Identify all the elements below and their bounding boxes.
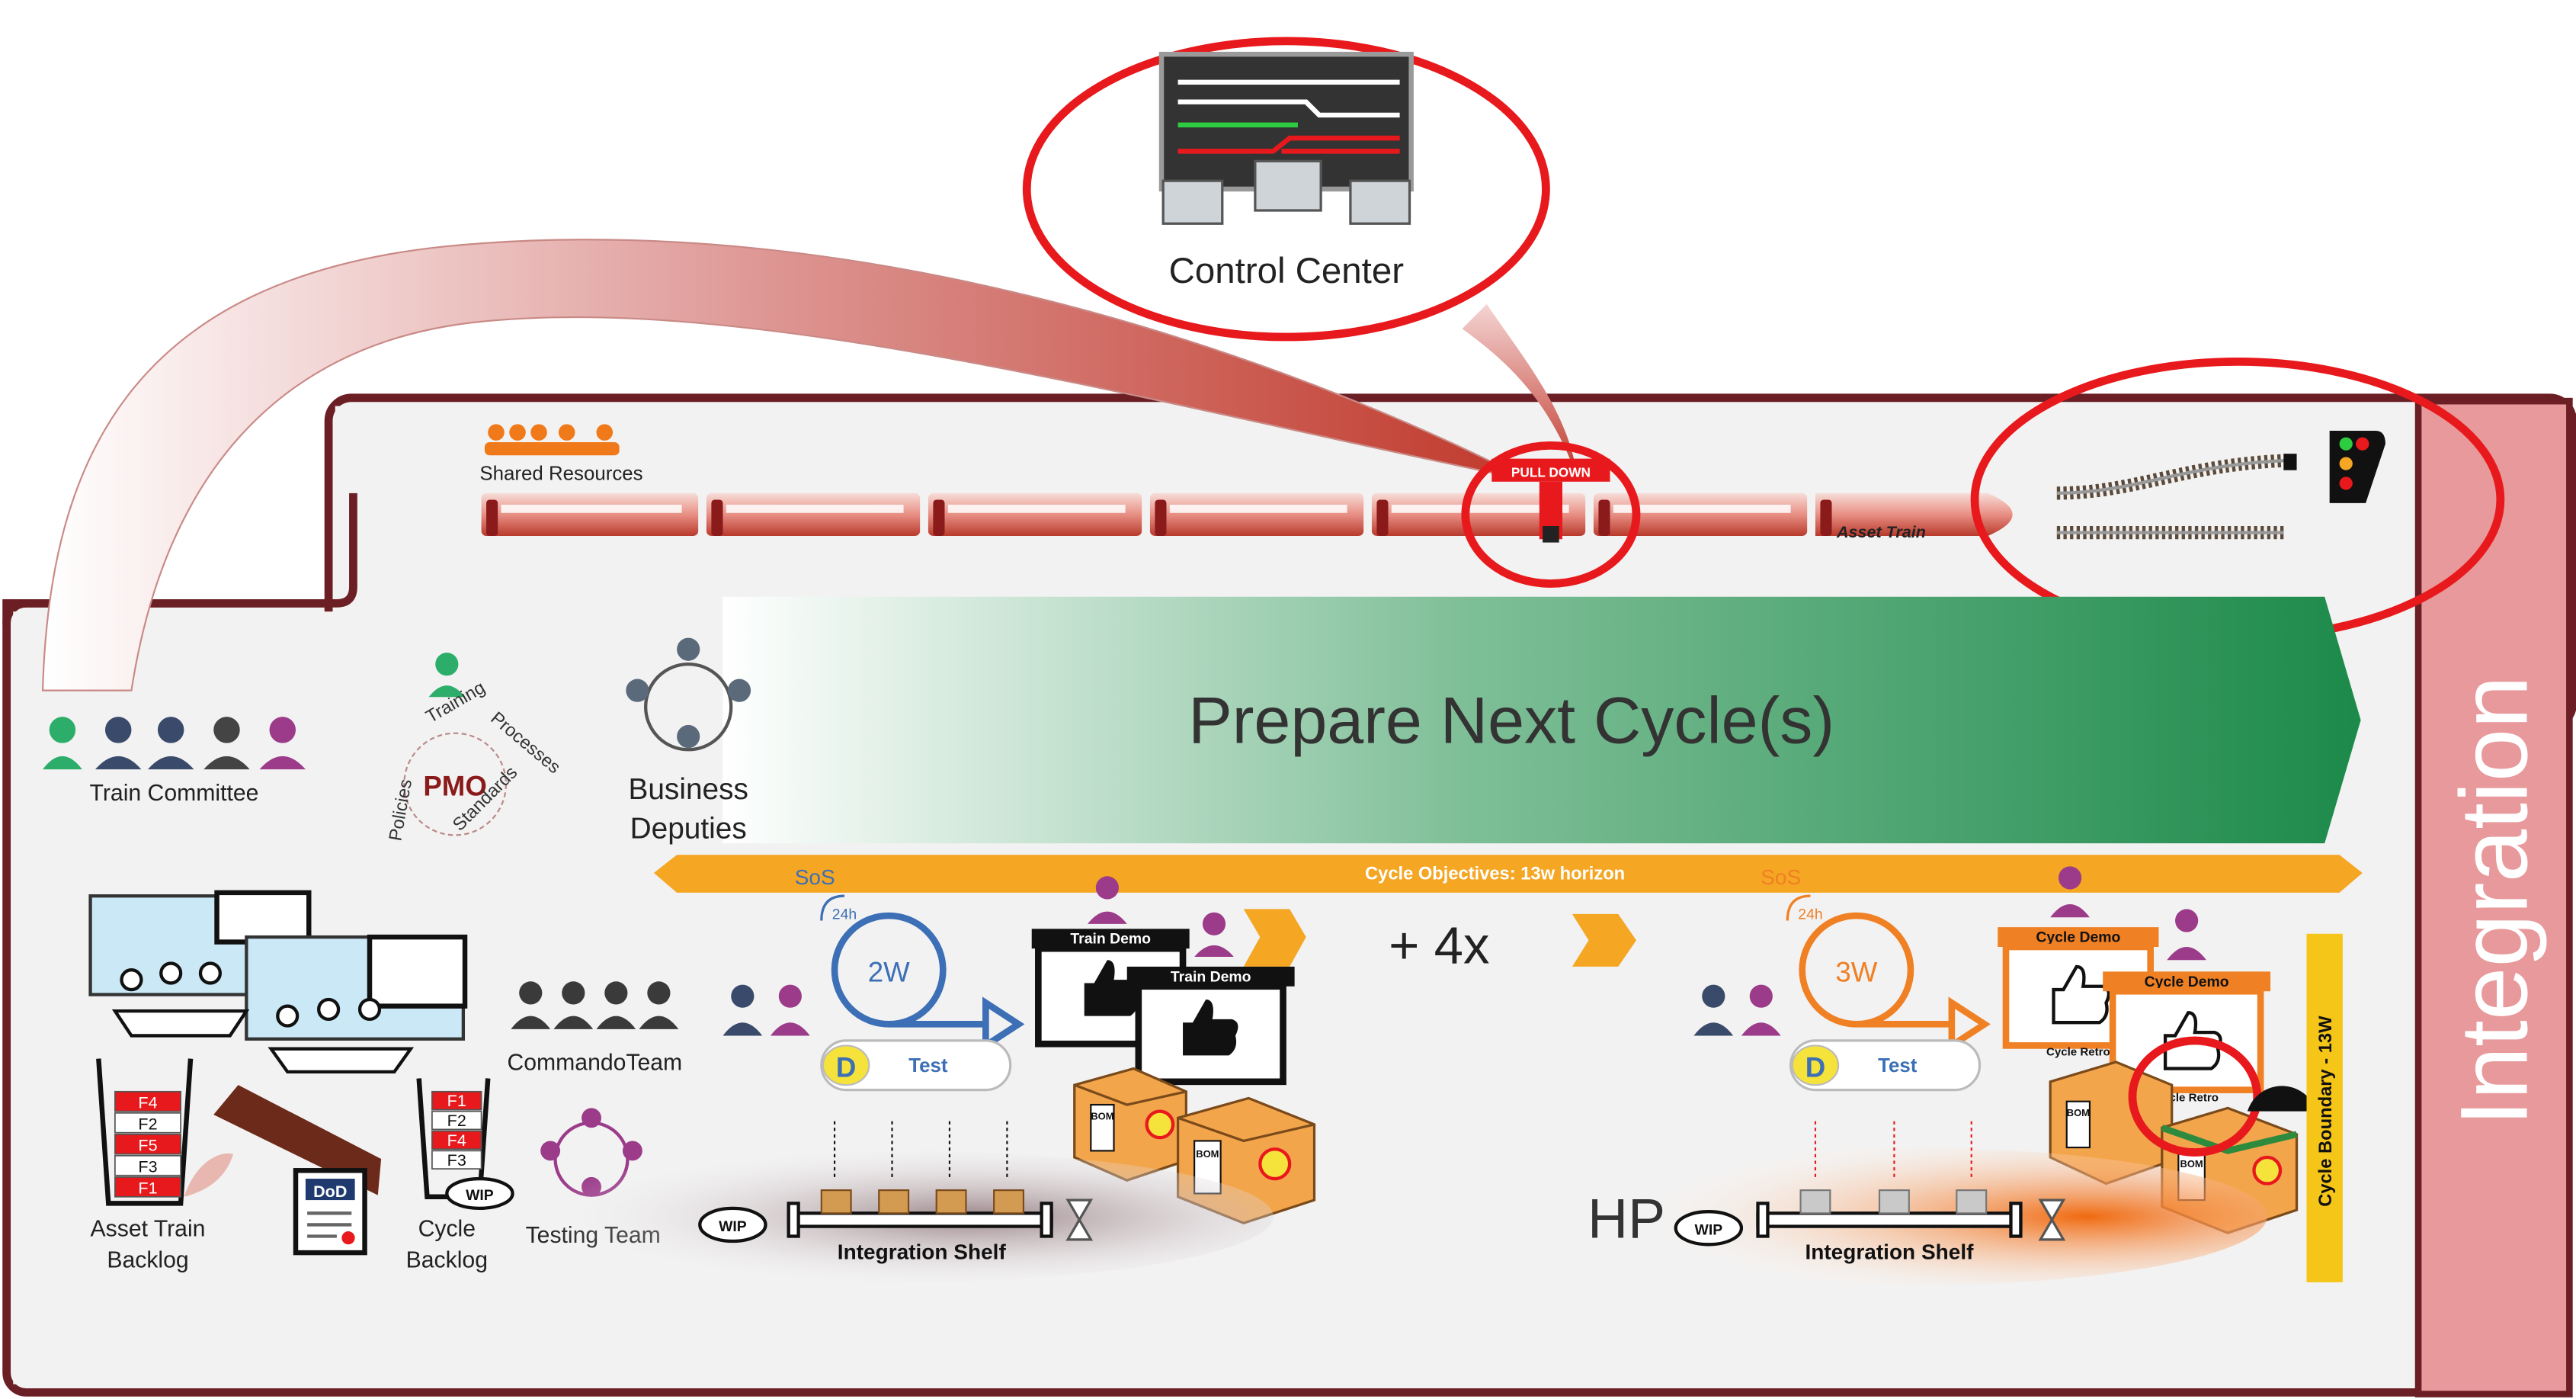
feature-label: F3 (138, 1157, 157, 1176)
cycle-a-shelf-label: Integration Shelf (838, 1240, 1007, 1264)
feature-label: F1 (138, 1178, 157, 1197)
person-icon (677, 637, 700, 661)
train-committee-label: Train Committee (90, 781, 259, 806)
monitor-icon (1254, 159, 1322, 212)
person-icon (622, 1141, 642, 1161)
integration-label: Integration (2441, 675, 2547, 1126)
cycle-b-bom-label-2: BOM (2180, 1158, 2203, 1170)
person-icon (198, 961, 223, 985)
person-icon (677, 724, 700, 749)
control-center: Control Center (1022, 37, 1550, 342)
box-icon (878, 1189, 910, 1214)
cycle-a-bom-label-1: BOM (1091, 1110, 1113, 1121)
cycle-b-sos-label: SoS (1761, 865, 1801, 889)
person-icon (357, 997, 382, 1022)
cycle-a-d-label: D (836, 1051, 856, 1083)
box-icon (1878, 1189, 1910, 1214)
box-icon (1956, 1189, 1988, 1214)
cycle-a-sos-label: SoS (795, 865, 835, 889)
person-icon (582, 1108, 601, 1128)
cycle-b-duration-label: 3W (1835, 956, 1877, 987)
control-center-label: Control Center (1169, 251, 1404, 291)
person-icon (276, 1004, 300, 1028)
cycle-a-demo2-label: Train Demo (1171, 968, 1251, 985)
cycle-a-duration-label: 2W (868, 956, 910, 987)
cycle-a-test-label: Test (908, 1055, 948, 1077)
objectives-label: Cycle Objectives: 13w horizon (1365, 865, 1625, 884)
person-icon (727, 679, 751, 702)
shared-resources-label: Shared Resources (479, 464, 642, 485)
integration-sidebar: Integration (2414, 397, 2573, 1397)
feature-label: F1 (447, 1091, 466, 1110)
prepare-banner-label: Prepare Next Cycle(s) (1188, 685, 1834, 758)
cycle-boundary-bar: Cycle Boundary - 13W (2306, 933, 2343, 1282)
prepare-banner: Prepare Next Cycle(s) (722, 596, 2361, 844)
cycle-a-hours-label: 24h (832, 906, 857, 923)
person-icon (626, 679, 649, 702)
box-icon (1799, 1189, 1831, 1214)
cycle-a-demo1-label: Train Demo (1070, 931, 1151, 948)
cycle-b-bom-label-1: BOM (2067, 1107, 2090, 1118)
feature-label: F4 (138, 1093, 157, 1112)
dod-label: DoD (313, 1182, 347, 1201)
person-icon (317, 997, 341, 1022)
asset-train-label: Asset Train (1836, 522, 1926, 541)
cycle-b-shelf-label: Integration Shelf (1805, 1240, 1974, 1264)
safe-cycle-diagram: Integration Control Center Shared Resour… (2, 37, 2576, 1397)
pull-down-label: PULL DOWN (1511, 464, 1591, 480)
person-icon (540, 1141, 561, 1161)
train-demo-board-2: Train Demo (1126, 966, 1295, 1086)
person-icon (159, 961, 183, 985)
monitor-icon (1349, 179, 1411, 225)
cycle-b-demo2-label: Cycle Demo (2145, 974, 2229, 990)
feature-label: F3 (447, 1150, 466, 1170)
feature-label: F2 (447, 1111, 466, 1130)
commando-team-label: CommandoTeam (507, 1051, 682, 1076)
person-icon (120, 968, 143, 992)
cycle-a-wip-label: WIP (719, 1218, 747, 1235)
cycle-b-d-label: D (1805, 1051, 1825, 1083)
cycle-boundary-label: Cycle Boundary - 13W (2316, 1016, 2336, 1207)
cycle-backlog-wip-label: WIP (466, 1187, 494, 1204)
cycle-b-demo1-label: Cycle Demo (2036, 929, 2120, 946)
cycle-a-bom-label-2: BOM (1196, 1148, 1219, 1160)
asset-train: Asset Train (481, 493, 2013, 541)
cycle-b-test-label: Test (1878, 1055, 1918, 1077)
feature-label: F2 (138, 1114, 157, 1133)
feature-label: F5 (138, 1135, 157, 1154)
business-deputies-label-1: Business (628, 773, 748, 806)
box-icon (820, 1189, 852, 1214)
cycle-backlog-label-2: Backlog (406, 1247, 488, 1272)
objectives-bar: Cycle Objectives: 13w horizon (653, 855, 2363, 893)
feature-label: F4 (447, 1131, 466, 1150)
business-deputies-label-2: Deputies (630, 813, 747, 845)
cycle-b-hp-label: HP (1588, 1188, 1665, 1250)
box-icon (935, 1189, 967, 1214)
asset-feature-list: F4 F2 F5 F3 F1 (114, 1090, 181, 1198)
cycle-b-wip-label: WIP (1695, 1221, 1723, 1238)
monitor-icon (1161, 179, 1224, 225)
cycle-b-hours-label: 24h (1798, 906, 1822, 923)
repeat-label: + 4x (1389, 916, 1489, 975)
cycle-backlog-label-1: Cycle (418, 1217, 476, 1242)
asset-backlog-label-2: Backlog (107, 1247, 188, 1272)
asset-backlog-label-1: Asset Train (91, 1217, 206, 1242)
box-icon (993, 1189, 1025, 1214)
cycle-b-retro1-label: Cycle Retro (2046, 1045, 2110, 1058)
